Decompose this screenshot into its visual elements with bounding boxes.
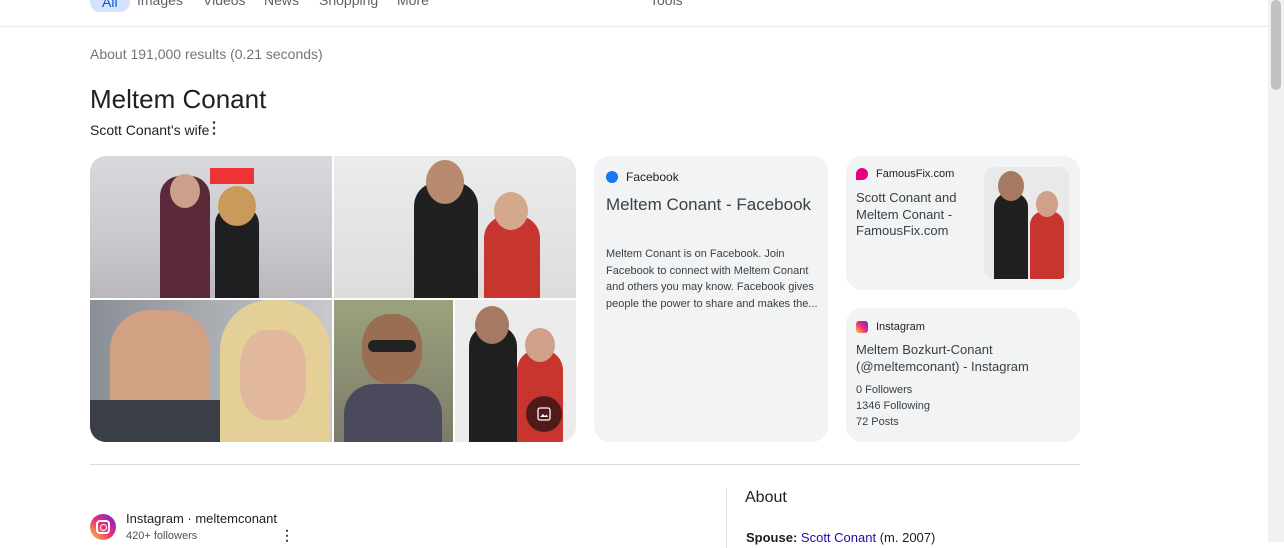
- figure-shape: [525, 328, 555, 362]
- facebook-icon: [606, 171, 618, 183]
- tab-news[interactable]: News: [264, 0, 299, 8]
- section-divider: [90, 464, 1080, 465]
- figure-shape: [240, 330, 306, 420]
- tab-tools[interactable]: Tools: [650, 0, 683, 8]
- tab-videos[interactable]: Videos: [203, 0, 246, 8]
- card-source: Facebook: [606, 170, 679, 184]
- famousfix-card[interactable]: FamousFix.com Scott Conant and Meltem Co…: [846, 156, 1080, 290]
- card-source-label: Instagram: [876, 321, 925, 333]
- figure-shape: [994, 193, 1028, 279]
- figure-shape: [344, 384, 442, 442]
- about-heading: About: [745, 489, 787, 506]
- image-thumbnail[interactable]: [90, 156, 332, 298]
- entity-subtitle: Scott Conant's wife: [90, 122, 210, 138]
- image-grid: [90, 156, 576, 442]
- tab-all[interactable]: All: [90, 0, 130, 12]
- card-title[interactable]: Scott Conant and Meltem Conant - FamousF…: [856, 190, 966, 240]
- search-tabs: All Images Videos News Shopping More Too…: [0, 0, 1268, 27]
- image-thumbnail[interactable]: [334, 156, 576, 298]
- card-snippet: Meltem Conant is on Facebook. Join Faceb…: [606, 248, 818, 310]
- figure-shape: [90, 400, 220, 442]
- famousfix-icon: [856, 168, 868, 180]
- card-source-label: Facebook: [626, 170, 679, 184]
- sunglasses-shape: [368, 340, 416, 352]
- posts-count: 72 Posts: [856, 416, 899, 428]
- card-source: FamousFix.com: [856, 168, 954, 180]
- result-more-options-icon[interactable]: ⋮: [280, 528, 294, 542]
- result-source[interactable]: Instagram · meltemconant: [126, 511, 277, 526]
- card-title[interactable]: Meltem Bozkurt-Conant (@meltemconant) - …: [856, 342, 1071, 375]
- spouse-row: Spouse: Scott Conant (m. 2007): [746, 530, 935, 545]
- instagram-card[interactable]: Instagram Meltem Bozkurt-Conant (@meltem…: [846, 308, 1080, 442]
- figure-shape: [170, 174, 200, 208]
- card-thumbnail[interactable]: [984, 167, 1069, 279]
- tab-more[interactable]: More: [397, 0, 429, 8]
- spouse-link[interactable]: Scott Conant: [801, 530, 876, 545]
- result-stats: About 191,000 results (0.21 seconds): [90, 46, 323, 62]
- figure-shape: [426, 160, 464, 204]
- followers-count: 0 Followers: [856, 384, 913, 396]
- tab-shopping[interactable]: Shopping: [319, 0, 378, 8]
- spouse-extra: (m. 2007): [879, 530, 936, 545]
- more-options-icon[interactable]: ⋮: [206, 121, 222, 137]
- figure-shape: [998, 171, 1024, 201]
- card-source-label: FamousFix.com: [876, 168, 955, 180]
- figure-shape: [494, 192, 528, 230]
- logo-shape: [210, 168, 254, 184]
- instagram-icon: [90, 514, 116, 540]
- image-gallery-icon[interactable]: [526, 396, 562, 432]
- card-title[interactable]: Meltem Conant - Facebook: [606, 192, 816, 217]
- image-thumbnail[interactable]: [90, 300, 332, 442]
- image-thumbnail[interactable]: [334, 300, 453, 442]
- facebook-card[interactable]: Facebook Meltem Conant - Facebook Meltem…: [594, 156, 828, 442]
- entity-title[interactable]: Meltem Conant: [90, 84, 266, 115]
- figure-shape: [475, 306, 509, 344]
- result-meta: 420+ followers: [126, 530, 198, 542]
- tab-images[interactable]: Images: [137, 0, 183, 8]
- spouse-label: Spouse:: [746, 530, 798, 545]
- figure-shape: [1036, 191, 1058, 217]
- image-thumbnail[interactable]: [455, 300, 576, 442]
- following-count: 1346 Following: [856, 400, 930, 412]
- page-scrollbar[interactable]: [1268, 0, 1284, 542]
- scrollbar-thumb[interactable]: [1271, 0, 1281, 90]
- figure-shape: [1030, 211, 1064, 279]
- figure-shape: [218, 186, 256, 226]
- column-divider: [726, 488, 727, 548]
- card-source: Instagram: [856, 321, 925, 333]
- instagram-icon: [856, 321, 868, 333]
